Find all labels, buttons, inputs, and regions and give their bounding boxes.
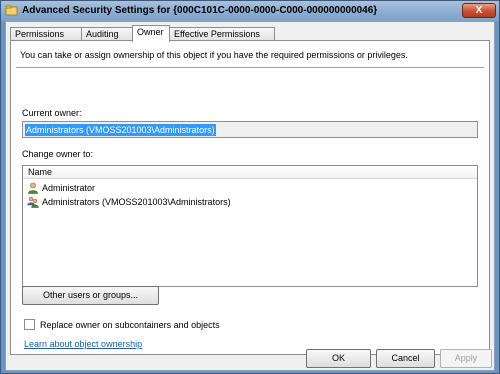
other-users-or-groups-button[interactable]: Other users or groups... [22,286,159,305]
cancel-button[interactable]: Cancel [376,349,435,368]
current-owner-label: Current owner: [22,108,82,118]
close-button[interactable]: X [462,3,496,18]
folder-lock-icon [5,5,18,16]
learn-about-ownership-link[interactable]: Learn about object ownership [24,339,142,349]
replace-owner-label[interactable]: Replace owner on subcontainers and objec… [40,320,220,330]
tab-permissions[interactable]: Permissions [10,27,82,41]
ownership-info-text: You can take or assign ownership of this… [20,50,408,60]
window-title: Advanced Security Settings for {000C101C… [22,5,378,16]
list-header-label: Name [28,167,53,177]
change-owner-label: Change owner to: [22,149,94,159]
current-owner-field[interactable]: Administrators (VMOSS201003\Administrato… [22,121,478,138]
tab-owner[interactable]: Owner [132,25,170,42]
title-bar[interactable]: Advanced Security Settings for {000C101C… [1,1,499,21]
list-item-label: Administrator [42,183,96,193]
user-icon [28,182,38,194]
security-settings-window: Advanced Security Settings for {000C101C… [0,0,500,374]
ok-button[interactable]: OK [306,349,371,368]
replace-owner-checkbox[interactable] [24,319,35,330]
dialog-client: Permissions Auditing Owner Effective Per… [5,21,495,371]
list-item-label: Administrators (VMOSS201003\Administrato… [42,197,231,207]
apply-button[interactable]: Apply [440,349,492,368]
list-header-name[interactable]: Name [23,166,477,179]
group-icon [27,196,39,208]
current-owner-value: Administrators (VMOSS201003\Administrato… [25,124,216,136]
tab-auditing[interactable]: Auditing [81,27,133,41]
change-owner-list[interactable]: Name Administrator Administrators (VMOSS… [22,165,478,287]
owner-tab-panel: You can take or assign ownership of this… [10,40,490,355]
divider [16,67,484,69]
tab-effective-permissions[interactable]: Effective Permissions [169,27,275,41]
